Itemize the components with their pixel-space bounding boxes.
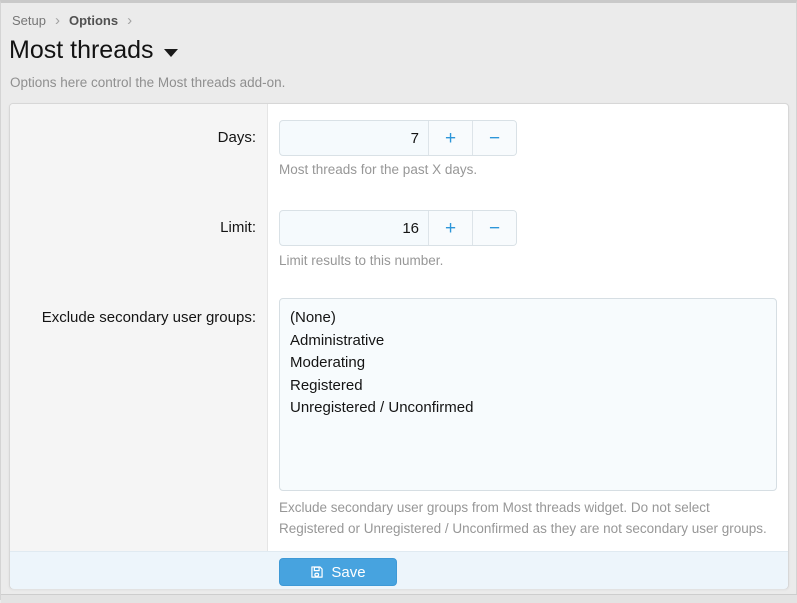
save-button-label: Save [331,564,365,581]
days-input[interactable] [280,121,428,155]
option-moderating[interactable]: Moderating [280,352,776,375]
admin-options-page: Setup › Options › Most threads Options h… [0,0,797,600]
option-registered[interactable]: Registered [280,375,776,398]
days-decrement-button[interactable]: − [472,121,516,155]
page-title: Most threads [9,36,154,65]
option-none[interactable]: (None) [280,307,776,330]
chevron-down-icon [164,49,178,57]
exclude-groups-multiselect[interactable]: (None) Administrative Moderating Registe… [279,298,777,491]
limit-spinbox: + − [279,210,517,246]
option-unregistered[interactable]: Unregistered / Unconfirmed [280,397,776,420]
form-footer: Save [10,551,788,589]
page-bottom-edge [1,594,797,603]
breadcrumb-separator-icon: › [55,14,60,27]
page-description: Options here control the Most threads ad… [10,75,285,90]
breadcrumb-setup[interactable]: Setup [12,13,46,28]
days-spinbox: + − [279,120,517,156]
days-label: Days: [10,128,256,148]
option-administrative[interactable]: Administrative [280,330,776,353]
exclude-groups-hint: Exclude secondary user groups from Most … [279,497,777,539]
breadcrumb: Setup › Options › [12,13,132,28]
breadcrumb-separator-icon: › [127,14,132,27]
options-form: Days: + − Most threads for the past X da… [9,103,789,589]
limit-decrement-button[interactable]: − [472,211,516,245]
limit-label: Limit: [10,218,256,238]
save-icon [310,565,324,579]
days-increment-button[interactable]: + [428,121,472,155]
limit-increment-button[interactable]: + [428,211,472,245]
page-title-dropdown[interactable]: Most threads [9,36,178,65]
limit-input[interactable] [280,211,428,245]
breadcrumb-options[interactable]: Options [69,13,118,28]
save-button[interactable]: Save [279,558,397,586]
limit-hint: Limit results to this number. [279,250,443,271]
days-hint: Most threads for the past X days. [279,159,477,180]
exclude-groups-label: Exclude secondary user groups: [10,308,256,328]
